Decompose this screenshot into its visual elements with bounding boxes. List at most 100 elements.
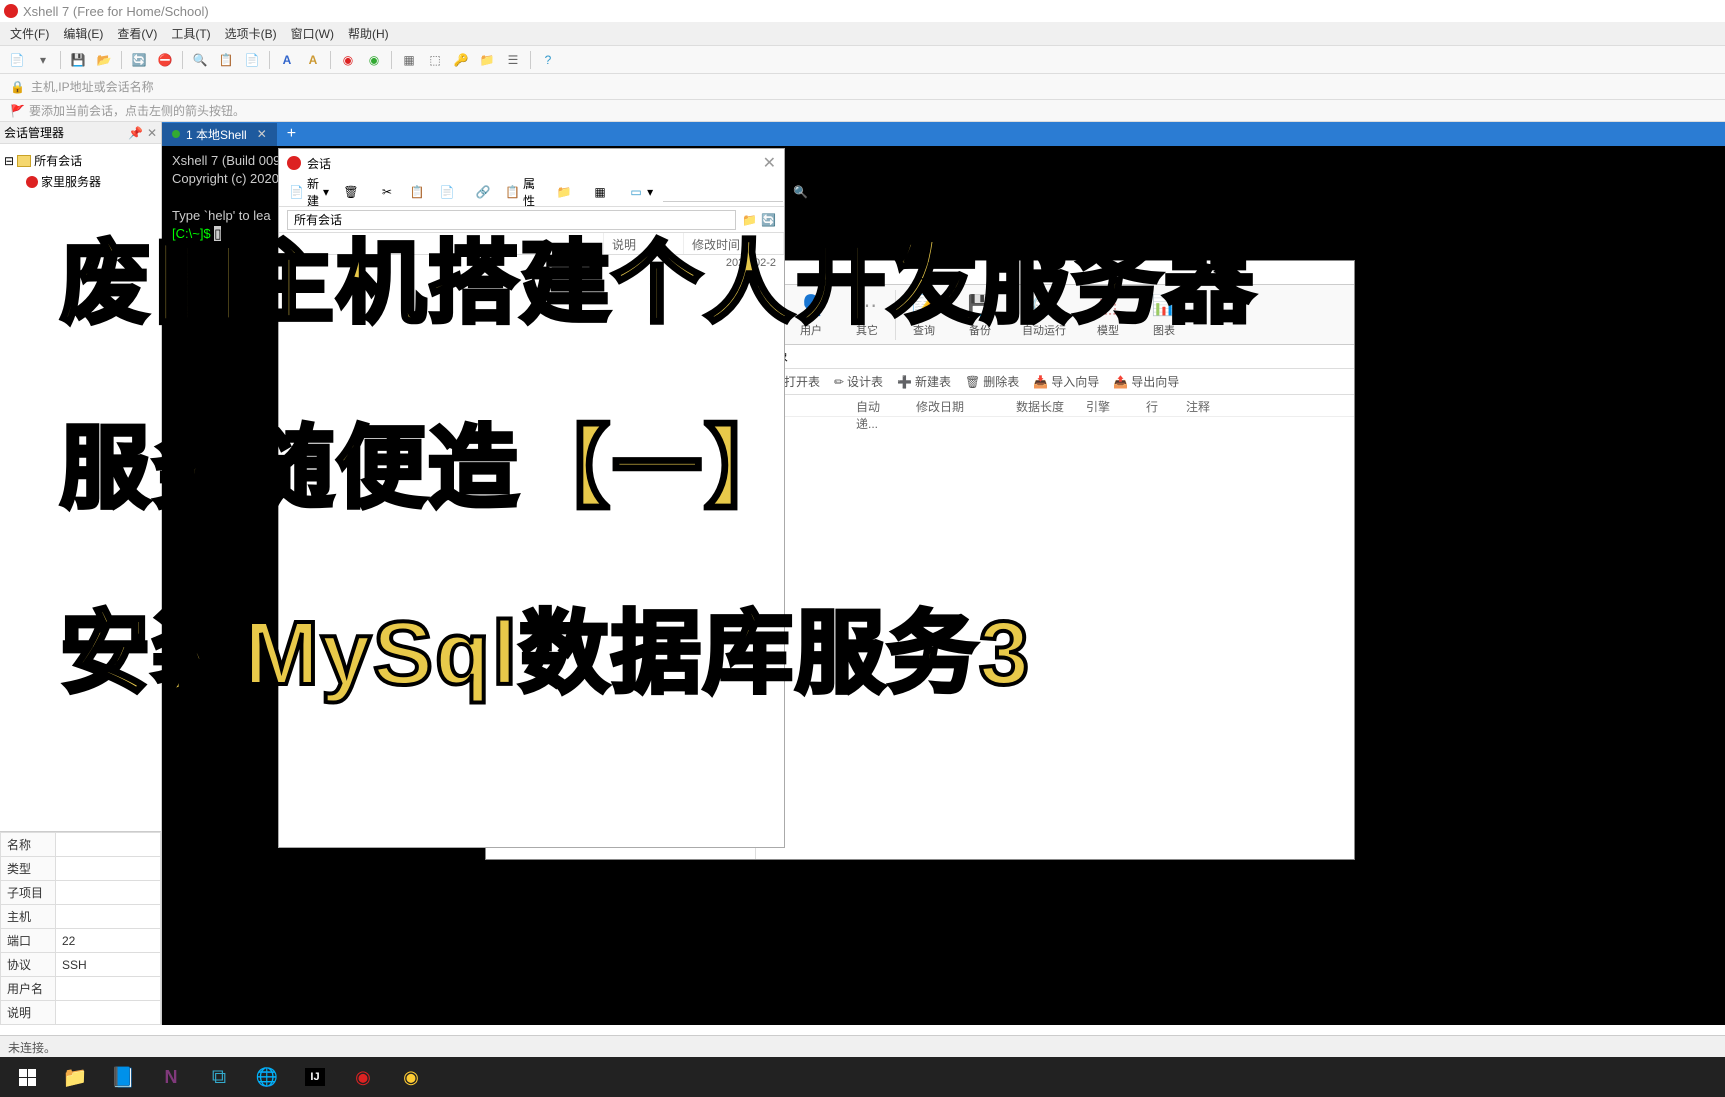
connect-button[interactable]: 🔗: [471, 182, 495, 202]
tab-add-button[interactable]: +: [277, 125, 306, 143]
close-icon[interactable]: ✕: [147, 126, 157, 140]
reconnect-icon[interactable]: 🔄: [130, 51, 148, 69]
col-rows[interactable]: 行: [1136, 395, 1176, 416]
layout-button[interactable]: ▭ ▾: [624, 182, 657, 202]
tree-item[interactable]: 家里服务器: [4, 171, 157, 192]
delete-button[interactable]: 🗑: [339, 182, 363, 202]
connect-icon: 🔗: [475, 184, 491, 200]
menu-tools[interactable]: 工具(T): [171, 25, 210, 42]
action-design[interactable]: ✏设计表: [834, 373, 883, 390]
address-bar[interactable]: 🔒 主机,IP地址或会话名称: [0, 74, 1725, 100]
separator: [182, 51, 183, 69]
font-icon[interactable]: A: [278, 51, 296, 69]
tab-close-icon[interactable]: ✕: [257, 127, 267, 141]
layout-icon: ▭: [628, 184, 644, 200]
open-icon[interactable]: 📂: [95, 51, 113, 69]
menu-edit[interactable]: 编辑(E): [63, 25, 103, 42]
font-icon-2[interactable]: A: [304, 51, 322, 69]
menu-help[interactable]: 帮助(H): [348, 25, 389, 42]
menu-window[interactable]: 窗口(W): [291, 25, 334, 42]
tool-icon-2[interactable]: ⬚: [426, 51, 444, 69]
separator: [530, 51, 531, 69]
new-icon: 📄: [289, 184, 304, 200]
prop-desc-val: [56, 1001, 161, 1025]
prop-sub-key: 子项目: [1, 881, 56, 905]
task-vscode[interactable]: ⧉: [196, 1058, 242, 1096]
col-engine[interactable]: 引擎: [1076, 395, 1136, 416]
task-intellij[interactable]: IJ: [292, 1058, 338, 1096]
xftp-icon[interactable]: ◉: [365, 51, 383, 69]
action-new[interactable]: ➕新建表: [897, 373, 951, 390]
props-button[interactable]: 📋属性: [501, 173, 540, 211]
task-onenote[interactable]: N: [148, 1058, 194, 1096]
action-import[interactable]: 📥导入向导: [1033, 373, 1099, 390]
toolbar: 📄 ▾ 💾 📂 🔄 ⛔ 🔍 📋 📄 A A ◉ ◉ ▦ ⬚ 🔑 📁 ☰ ?: [0, 46, 1725, 74]
cut-button[interactable]: ✂: [375, 182, 399, 202]
action-bar: 📂打开表 ✏设计表 ➕新建表 🗑删除表 📥导入向导 📤导出向导: [756, 369, 1354, 395]
task-navicat[interactable]: ◉: [388, 1058, 434, 1096]
list-icon[interactable]: ☰: [504, 51, 522, 69]
prop-proto-key: 协议: [1, 953, 56, 977]
col-auto[interactable]: 自动递...: [846, 395, 906, 416]
windows-logo-icon: [19, 1069, 36, 1086]
action-export[interactable]: 📤导出向导: [1113, 373, 1179, 390]
copy-icon[interactable]: 📋: [217, 51, 235, 69]
terminal-tab[interactable]: 1 本地Shell ✕: [162, 123, 277, 146]
dialog-close-icon[interactable]: ✕: [763, 153, 776, 173]
explorer-icon: 📁: [63, 1065, 88, 1090]
new-session-icon[interactable]: 📄: [8, 51, 26, 69]
prop-host-key: 主机: [1, 905, 56, 929]
menu-view[interactable]: 查看(V): [117, 25, 157, 42]
task-chrome[interactable]: 🌐: [244, 1058, 290, 1096]
folder-icon: [17, 155, 31, 167]
start-button[interactable]: [4, 1058, 50, 1096]
view-button[interactable]: ▦: [588, 182, 612, 202]
prop-type-val: [56, 857, 161, 881]
task-explorer[interactable]: 📁: [52, 1058, 98, 1096]
action-delete[interactable]: 🗑删除表: [965, 373, 1019, 390]
menu-tabs[interactable]: 选项卡(B): [225, 25, 277, 42]
import-icon: 📥: [1033, 375, 1048, 389]
prop-user-key: 用户名: [1, 977, 56, 1001]
paste-button[interactable]: 📄: [435, 182, 459, 202]
help-icon[interactable]: ?: [539, 51, 557, 69]
col-mdate[interactable]: 修改日期: [906, 395, 1006, 416]
app-icon: 📘: [111, 1065, 136, 1090]
dialog-search-input[interactable]: [663, 182, 783, 202]
save-icon[interactable]: 💾: [69, 51, 87, 69]
folder-icon[interactable]: 📁: [478, 51, 496, 69]
search-icon[interactable]: 🔍: [191, 51, 209, 69]
tree-root[interactable]: ⊟ 所有会话: [4, 150, 157, 171]
paste-icon[interactable]: 📄: [243, 51, 261, 69]
xshell-icon[interactable]: ◉: [339, 51, 357, 69]
col-comment[interactable]: 注释: [1176, 395, 1220, 416]
search-icon[interactable]: 🔍: [793, 185, 808, 199]
intellij-icon: IJ: [305, 1068, 324, 1086]
copy-button[interactable]: 📋: [405, 182, 429, 202]
prop-name-key: 名称: [1, 833, 56, 857]
lock-icon: 🔒: [10, 80, 25, 94]
delete-icon: 🗑: [343, 184, 359, 200]
overlay-title-2: 服务随便造【一】: [60, 395, 796, 525]
menu-file[interactable]: 文件(F): [10, 25, 49, 42]
task-app-1[interactable]: 📘: [100, 1058, 146, 1096]
tool-icon[interactable]: ▦: [400, 51, 418, 69]
session-properties: 名称 类型 子项目 主机 端口22 协议SSH 用户名 说明: [0, 831, 161, 1025]
xshell-icon: ◉: [355, 1067, 371, 1088]
key-icon[interactable]: 🔑: [452, 51, 470, 69]
dropdown-icon[interactable]: ▾: [34, 51, 52, 69]
col-dlen[interactable]: 数据长度: [1006, 395, 1076, 416]
separator: [330, 51, 331, 69]
collapse-icon[interactable]: ⊟: [4, 154, 14, 168]
prop-sub-val: [56, 881, 161, 905]
separator: [60, 51, 61, 69]
task-xshell[interactable]: ◉: [340, 1058, 386, 1096]
new-button[interactable]: 📄新建 ▾: [285, 173, 333, 211]
folder-button[interactable]: 📁: [552, 182, 576, 202]
app-titlebar: Xshell 7 (Free for Home/School): [0, 0, 1725, 22]
grid-icon: ▦: [592, 184, 608, 200]
disconnect-icon[interactable]: ⛔: [156, 51, 174, 69]
prop-host-val: [56, 905, 161, 929]
pin-icon[interactable]: 📌: [128, 126, 143, 140]
table-header: 名 自动递... 修改日期 数据长度 引擎 行 注释: [756, 395, 1354, 417]
